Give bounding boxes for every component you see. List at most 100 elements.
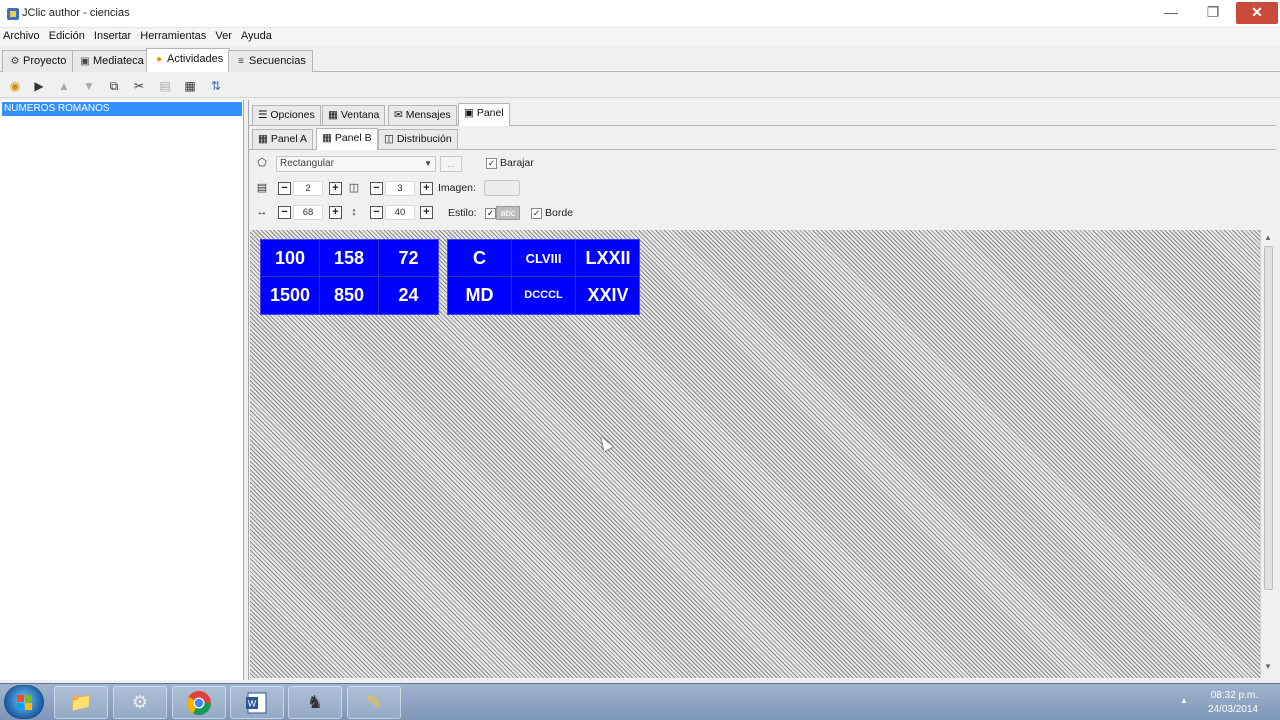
grid-cell[interactable]: 1500 [261,277,320,314]
menu-ver[interactable]: Ver [212,28,235,42]
tab-mediateca[interactable]: ▣ Mediateca [72,50,151,72]
shape-options-button[interactable]: ... [440,156,462,172]
menu-ayuda[interactable]: Ayuda [238,28,275,42]
activity-list: NUMEROS ROMANOS [0,100,244,680]
style-sample-button[interactable]: abc [496,206,520,220]
canvas-scrollbar[interactable]: ▲ ▼ [1260,230,1276,678]
title-bar: JClic author - ciencias — ❐ ✕ [0,0,1280,28]
menu-edicion[interactable]: Edición [46,28,88,42]
width-increment-button[interactable]: + [329,206,342,219]
grid-icon: ▦ [258,133,271,145]
chevron-down-icon: ▼ [424,159,432,168]
settings-taskbar-icon[interactable]: ⚙ [113,686,167,719]
menu-insertar[interactable]: Insertar [91,28,134,42]
panel-properties: ⬠ Rectangular ▼ ... ✓ Barajar ▤ − 2 + ◫ … [250,152,1276,228]
border-label: Borde [545,207,574,219]
scrollbar-thumb[interactable] [1264,246,1273,590]
tab-actividades[interactable]: ● Actividades [146,48,231,72]
height-icon: ↕ [351,206,357,218]
chrome-taskbar-icon[interactable] [172,686,226,719]
tab-panel-a[interactable]: ▦ Panel A [252,129,314,149]
rows-increment-button[interactable]: + [329,182,342,195]
grid-cell[interactable]: XXIV [576,277,640,314]
grid-cell[interactable]: 850 [320,277,379,314]
cols-value[interactable]: 3 [385,181,415,196]
start-button[interactable] [4,685,44,719]
tab-panel[interactable]: ▣ Panel [458,103,510,126]
copy-icon[interactable]: ⧉ [105,77,123,95]
width-value[interactable]: 68 [293,205,323,220]
tab-mensajes[interactable]: ✉ Mensajes [388,105,457,125]
tab-proyecto[interactable]: ⚙ Proyecto [2,50,74,72]
height-decrement-button[interactable]: − [370,206,383,219]
cut-icon[interactable]: ✂ [130,77,148,95]
shape-icon: ⬠ [257,157,267,169]
tab-label: Panel A [270,133,308,145]
minimize-button[interactable]: — [1154,2,1188,24]
maximize-button[interactable]: ❐ [1196,2,1230,24]
menu-archivo[interactable]: Archivo [0,28,43,42]
grid-cell[interactable]: C [448,240,512,277]
clock-time[interactable]: 08:32 p.m. [1211,690,1258,701]
menu-herramientas[interactable]: Herramientas [137,28,209,42]
panel-icon: ▣ [464,107,477,119]
editor-taskbar-icon[interactable]: ✎ [347,686,401,719]
tab-label: Panel [476,107,504,119]
shape-select[interactable]: Rectangular ▼ [276,156,436,172]
panel-a-grid: 100 158 72 1500 850 24 [260,239,439,315]
style-checkbox[interactable]: ✓ [485,208,496,219]
height-value[interactable]: 40 [385,205,415,220]
grid-cell[interactable]: DCCCL [512,277,576,314]
scroll-up-icon[interactable]: ▲ [1264,233,1272,242]
height-increment-button[interactable]: + [420,206,433,219]
tab-panel-b[interactable]: ▦ Panel B [316,128,378,150]
wrench-icon: ⚙ [10,56,20,67]
new-activity-icon[interactable]: ◉ [6,77,24,95]
shuffle-checkbox[interactable]: ✓ [486,158,497,169]
grid-cell[interactable]: 100 [261,240,320,277]
tab-ventana[interactable]: ▦ Ventana [322,105,386,125]
close-button[interactable]: ✕ [1236,2,1278,24]
paste-icon[interactable]: ▤ [156,77,174,95]
border-checkbox[interactable]: ✓ [531,208,542,219]
activities-icon: ● [155,54,163,65]
image-button[interactable] [484,180,520,196]
grid-icon: ▦ [322,132,335,144]
tab-distribucion[interactable]: ◫ Distribución [378,129,458,149]
jclic-taskbar-icon[interactable]: ♞ [288,686,342,719]
scroll-down-icon[interactable]: ▼ [1264,662,1272,671]
list-item[interactable]: NUMEROS ROMANOS [2,102,242,116]
grid-cell[interactable]: LXXII [576,240,640,277]
rows-icon: ▤ [256,182,268,194]
tab-label: Actividades [167,53,224,65]
grid-cell[interactable]: 72 [379,240,438,277]
tab-opciones[interactable]: ☰ Opciones [252,105,321,125]
tab-label: Opciones [270,109,315,121]
activity-preview-canvas: 100 158 72 1500 850 24 C CLVIII LXXII MD… [250,230,1260,678]
cols-decrement-button[interactable]: − [370,182,383,195]
sort-icon[interactable]: ⇅ [207,77,225,95]
tab-secuencias[interactable]: ≡ Secuencias [228,50,313,72]
taskbar: 📁 ⚙ W ♞ ✎ ▲ 08:32 p.m. 24/03/2014 [0,683,1280,720]
show-hidden-icons-icon[interactable]: ▲ [1180,696,1188,705]
delete-icon[interactable]: ▦ [181,77,199,95]
width-decrement-button[interactable]: − [278,206,291,219]
grid-cell[interactable]: 158 [320,240,379,277]
grid-cell[interactable]: 24 [379,277,438,314]
move-up-icon[interactable]: ▲ [55,77,73,95]
clock-date[interactable]: 24/03/2014 [1208,704,1258,715]
tab-label: Ventana [340,109,380,121]
cols-increment-button[interactable]: + [420,182,433,195]
grid-cell[interactable]: CLVIII [512,240,576,277]
shuffle-label: Barajar [500,157,534,169]
play-icon[interactable]: ▶ [30,77,48,95]
grid-cell[interactable]: MD [448,277,512,314]
image-label: Imagen: [438,182,476,194]
explorer-taskbar-icon[interactable]: 📁 [54,686,108,719]
rows-decrement-button[interactable]: − [278,182,291,195]
move-down-icon[interactable]: ▼ [80,77,98,95]
rows-value[interactable]: 2 [293,181,323,196]
shape-select-value: Rectangular [280,158,334,169]
word-taskbar-icon[interactable]: W [230,686,284,719]
menu-bar: Archivo Edición Insertar Herramientas Ve… [0,28,1280,46]
